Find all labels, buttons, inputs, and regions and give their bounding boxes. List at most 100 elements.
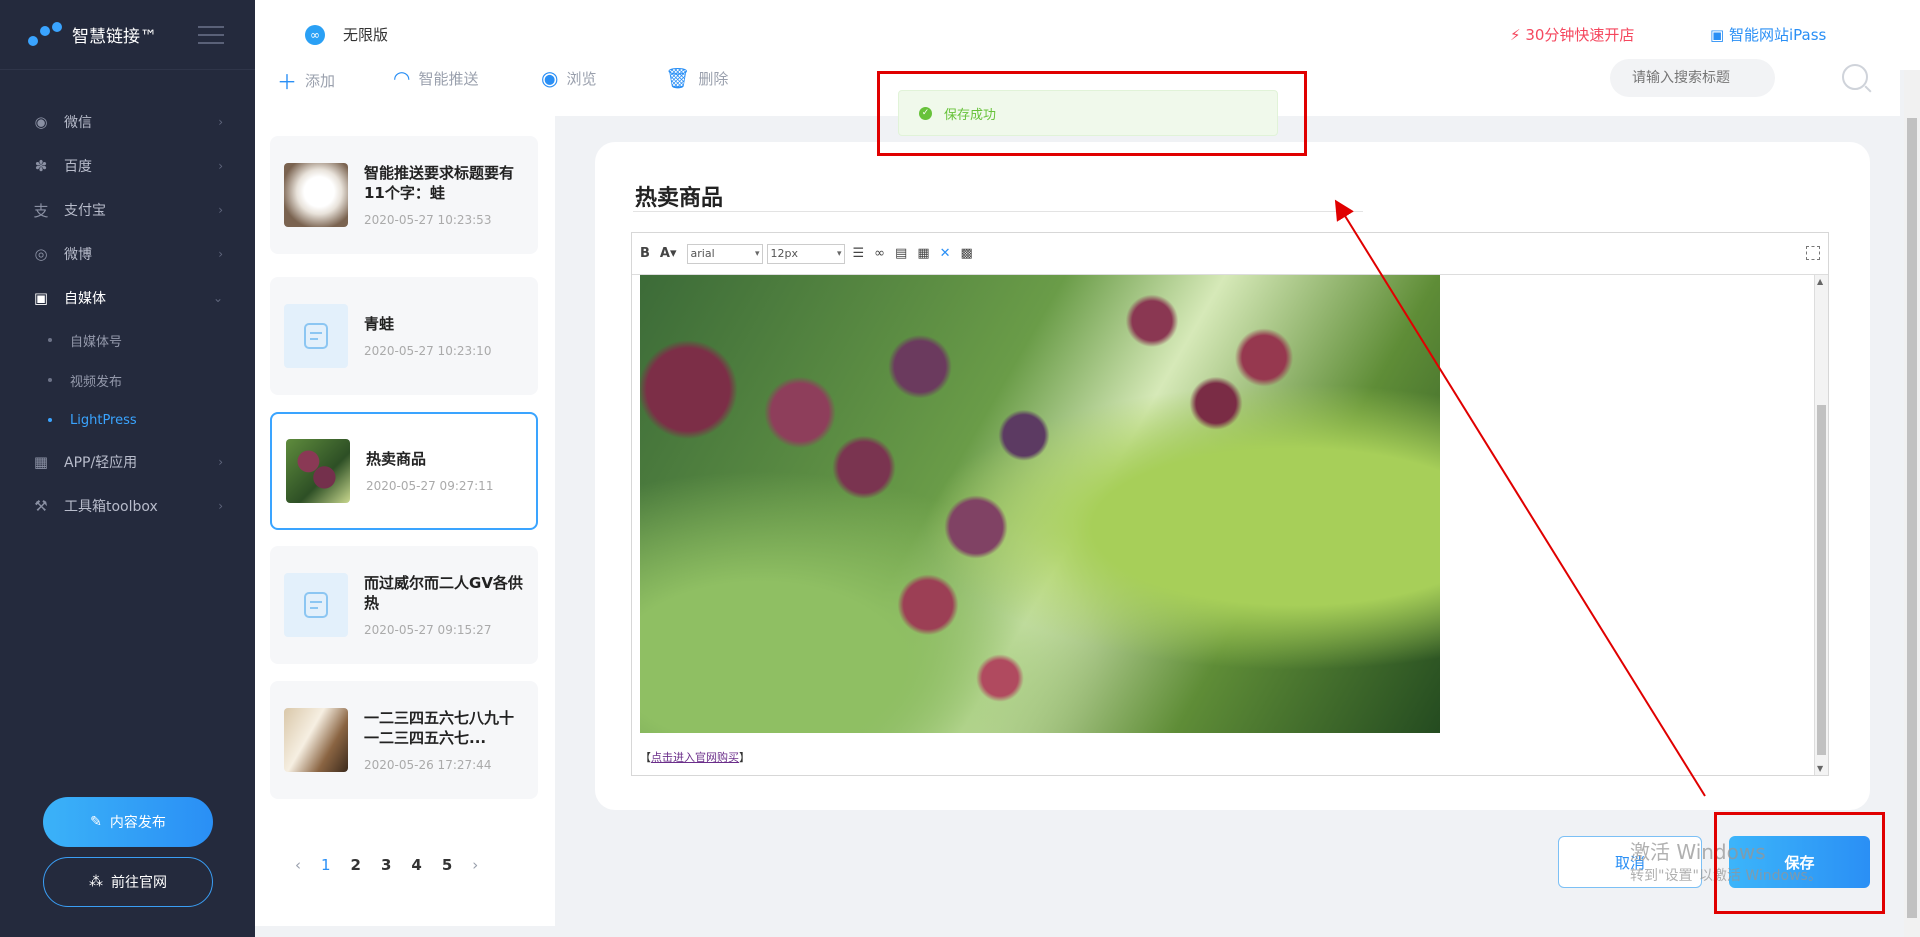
sidebar-item-label: 微博: [64, 247, 92, 263]
add-button[interactable]: ＋ 添加: [277, 66, 335, 95]
page-button[interactable]: 1: [321, 856, 331, 874]
editor-card: 热卖商品 B A▾ arial 12px ☰ ∞ ▤ ▦ ✕ ▩ 【点击进入官网…: [595, 142, 1870, 810]
sidebar-item-label: 百度: [64, 159, 92, 175]
title-underline: [633, 211, 1363, 212]
pagination: ‹ 1 2 3 4 5 ›: [295, 856, 498, 874]
image-icon[interactable]: ▤: [895, 246, 907, 261]
article-date: 2020-05-27 10:23:53: [364, 213, 492, 227]
link-icon[interactable]: ∞: [874, 246, 885, 261]
wrench-icon: ⚒: [34, 497, 48, 515]
editor-scrollbar[interactable]: ▲ ▼: [1814, 275, 1828, 775]
clear-format-icon[interactable]: ✕: [940, 246, 951, 261]
bullet-icon: [48, 418, 52, 422]
editor-content[interactable]: 【点击进入官网购买】: [640, 275, 1812, 773]
page-button[interactable]: 5: [442, 856, 452, 874]
fullscreen-icon[interactable]: [1806, 246, 1820, 260]
quick-store-link[interactable]: ⚡ 30分钟快速开店: [1510, 24, 1634, 45]
sidebar-item-label: 工具箱toolbox: [64, 499, 158, 515]
search-input[interactable]: [1610, 59, 1775, 97]
chevron-right-icon: ›: [218, 499, 223, 513]
article-date: 2020-05-26 17:27:44: [364, 758, 492, 772]
sidebar-subitem-media-account[interactable]: 自媒体号: [0, 320, 255, 360]
article-card-selected[interactable]: 热卖商品 2020-05-27 09:27:11: [270, 412, 538, 530]
sidebar-subitem-lightpress[interactable]: LightPress: [0, 400, 255, 440]
page-button[interactable]: 3: [381, 856, 391, 874]
alipay-icon: 支: [33, 201, 49, 220]
purchase-link[interactable]: 点击进入官网购买: [651, 751, 739, 764]
page-button[interactable]: 2: [351, 856, 361, 874]
brand-logo-icon: ⁂: [89, 874, 103, 890]
brand-name: 智慧链接™: [72, 27, 157, 47]
edit-icon: ✎: [90, 814, 102, 830]
sidebar-subitem-video-publish[interactable]: 视频发布: [0, 360, 255, 400]
publish-content-label: 内容发布: [109, 815, 166, 831]
align-icon[interactable]: ☰: [853, 246, 865, 261]
ipass-icon: ▣: [1710, 26, 1725, 44]
article-title: 一二三四五六七八九十一二三四五六七...: [364, 709, 515, 747]
next-page-button[interactable]: ›: [472, 856, 478, 874]
scrollbar-thumb[interactable]: [1817, 405, 1826, 755]
annotation-box-save: [1714, 812, 1885, 914]
sidebar-subitem-label: 视频发布: [70, 374, 123, 390]
camera-icon: ▣: [33, 289, 49, 307]
quick-store-label: 30分钟快速开店: [1525, 26, 1635, 44]
sidebar-item-wechat[interactable]: ◉ 微信 ›: [0, 100, 255, 144]
article-thumbnail: [284, 163, 348, 227]
sidebar: 智慧链接™ ◉ 微信 › ✽ 百度 › 支 支付宝 › ◎ 微博 › ▣ 自媒体…: [0, 0, 255, 937]
eye-icon: ◉: [541, 66, 559, 90]
document-icon: [284, 573, 348, 637]
font-size-select[interactable]: 12px: [766, 243, 845, 264]
cancel-button[interactable]: 取消: [1558, 836, 1702, 888]
font-color-icon[interactable]: A▾: [660, 246, 677, 261]
article-card[interactable]: 青蛙 2020-05-27 10:23:10: [270, 277, 538, 395]
table-icon[interactable]: ▦: [917, 246, 929, 261]
smart-push-button[interactable]: ◠ 智能推送: [393, 66, 478, 90]
sidebar-item-weibo[interactable]: ◎ 微博 ›: [0, 232, 255, 276]
edition-badge: ∞ 无限版: [305, 24, 388, 45]
bold-icon[interactable]: B: [640, 246, 650, 261]
scroll-up-icon[interactable]: ▲: [1817, 277, 1823, 286]
sidebar-item-toolbox[interactable]: ⚒ 工具箱toolbox ›: [0, 484, 255, 528]
annotation-box-toast: [877, 71, 1307, 156]
article-card[interactable]: 智能推送要求标题要有11个字：蛙 2020-05-27 10:23:53: [270, 136, 538, 254]
qrcode-icon[interactable]: ▩: [961, 246, 973, 261]
font-family-select[interactable]: arial: [686, 243, 763, 264]
chevron-right-icon: ›: [218, 159, 223, 173]
scroll-down-icon[interactable]: ▼: [1817, 764, 1823, 773]
ipass-label: 智能网站iPass: [1728, 26, 1827, 44]
app-grid-icon: ▦: [33, 453, 49, 471]
delete-button[interactable]: 🗑 删除: [665, 66, 728, 90]
trash-icon: 🗑: [665, 66, 691, 90]
sidebar-item-media[interactable]: ▣ 自媒体 ⌄: [0, 276, 255, 320]
go-website-label: 前往官网: [111, 875, 167, 891]
page-button[interactable]: 4: [411, 856, 421, 874]
go-website-button[interactable]: ⁂ 前往官网: [43, 857, 213, 907]
add-label: 添加: [305, 72, 336, 90]
page-scrollbar[interactable]: [1904, 70, 1920, 937]
article-card[interactable]: 一二三四五六七八九十一二三四五六七... 2020-05-26 17:27:44: [270, 681, 538, 799]
sidebar-menu: ◉ 微信 › ✽ 百度 › 支 支付宝 › ◎ 微博 › ▣ 自媒体 ⌄ 自媒体…: [0, 100, 255, 528]
ipass-link[interactable]: ▣ 智能网站iPass: [1710, 24, 1826, 45]
publish-content-button[interactable]: ✎ 内容发布: [43, 797, 213, 847]
sidebar-item-label: 微信: [64, 115, 92, 131]
search-icon[interactable]: [1842, 64, 1868, 90]
edition-label: 无限版: [343, 26, 389, 44]
rss-icon: ◠: [393, 66, 411, 90]
menu-collapse-icon[interactable]: [198, 26, 224, 50]
page-scrollbar-thumb[interactable]: [1907, 118, 1917, 918]
sidebar-item-label: 自媒体: [64, 291, 106, 307]
sidebar-item-baidu[interactable]: ✽ 百度 ›: [0, 144, 255, 188]
document-icon: [284, 304, 348, 368]
article-title: 青蛙: [364, 315, 395, 333]
article-card[interactable]: 而过威尔而二人GV各供热 2020-05-27 09:15:27: [270, 546, 538, 664]
browse-button[interactable]: ◉ 浏览: [541, 66, 596, 90]
delete-label: 删除: [698, 69, 729, 88]
article-title-input[interactable]: 热卖商品: [635, 180, 723, 212]
sidebar-item-app[interactable]: ▦ APP/轻应用 ›: [0, 440, 255, 484]
chevron-right-icon: ›: [218, 115, 223, 129]
sidebar-item-alipay[interactable]: 支 支付宝 ›: [0, 188, 255, 232]
brand: 智慧链接™: [0, 0, 255, 70]
prev-page-button[interactable]: ‹: [295, 856, 301, 874]
paw-icon: ✽: [34, 157, 48, 175]
browse-label: 浏览: [566, 69, 597, 88]
